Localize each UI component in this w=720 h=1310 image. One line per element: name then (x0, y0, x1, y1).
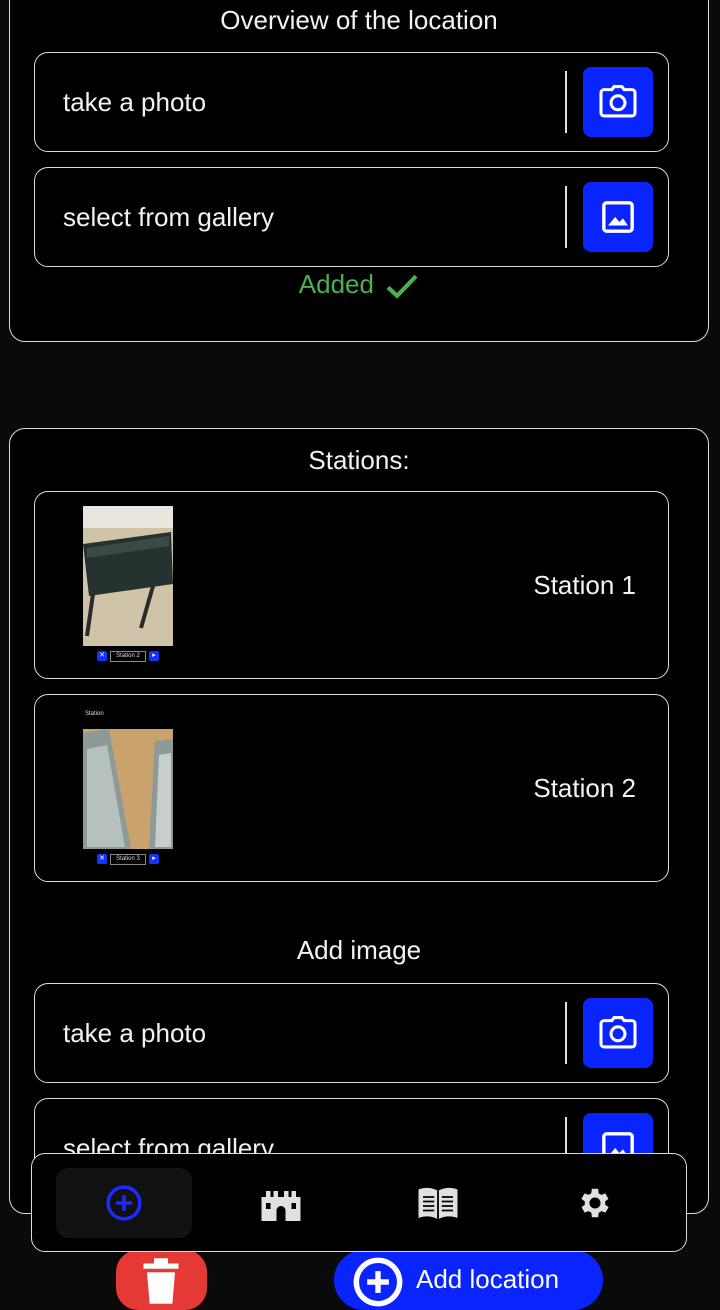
take-photo-label: take a photo (63, 1017, 207, 1048)
added-status: Added (10, 269, 708, 300)
divider (565, 186, 567, 248)
overview-card: Overview of the location take a photo se… (9, 0, 709, 342)
stations-title: Stations: (308, 445, 410, 475)
camera-icon (599, 85, 637, 118)
add-circle-icon (353, 1257, 403, 1307)
station-name: Station 2 (533, 772, 636, 803)
add-image-title: Add image (296, 935, 422, 965)
delete-button[interactable] (116, 1250, 207, 1310)
thumbnail-toolbar: ✕ Station 2 ▸ (83, 650, 173, 662)
station-thumbnail: ✕ Station 2 ▸ (83, 506, 173, 664)
station-item[interactable]: Station ✕ Station 3 ▸ Station 2 (34, 694, 669, 882)
check-icon (386, 274, 418, 299)
take-photo-label: take a photo (63, 86, 207, 117)
castle-icon (261, 1191, 301, 1221)
divider (565, 1002, 567, 1064)
trash-icon (143, 1258, 179, 1304)
overview-title: Overview of the location (220, 5, 498, 35)
add-location-button[interactable]: Add location (334, 1250, 603, 1310)
take-photo-row[interactable]: take a photo (34, 52, 669, 152)
thumbnail-photo (83, 729, 173, 849)
nav-settings[interactable] (527, 1168, 663, 1238)
station-item[interactable]: ✕ Station 2 ▸ Station 1 (34, 491, 669, 679)
camera-button[interactable] (583, 998, 653, 1068)
camera-icon (599, 1016, 637, 1049)
camera-button[interactable] (583, 67, 653, 137)
stations-card: Stations: ✕ Station 2 ▸ Station 1 Statio… (9, 428, 709, 1214)
nav-add-location[interactable] (56, 1168, 192, 1238)
select-gallery-row[interactable]: select from gallery (34, 167, 669, 267)
station-thumbnail: Station ✕ Station 3 ▸ (83, 709, 173, 867)
add-circle-icon (106, 1185, 142, 1221)
book-icon (418, 1187, 458, 1220)
divider (565, 71, 567, 133)
nav-locations[interactable] (213, 1168, 349, 1238)
select-gallery-label: select from gallery (63, 201, 274, 232)
take-photo-row[interactable]: take a photo (34, 983, 669, 1083)
nav-guide[interactable] (370, 1168, 506, 1238)
gear-icon (581, 1188, 609, 1218)
thumbnail-photo (83, 506, 173, 646)
thumbnail-toolbar: ✕ Station 3 ▸ (83, 853, 173, 865)
station-name: Station 1 (533, 569, 636, 600)
bottom-navigation (31, 1153, 687, 1252)
image-icon (602, 201, 634, 233)
added-label: Added (298, 269, 374, 299)
gallery-button[interactable] (583, 182, 653, 252)
